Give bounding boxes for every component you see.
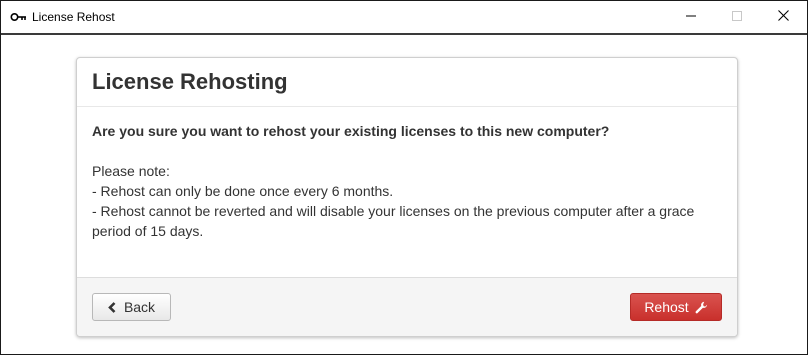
maximize-button[interactable] — [714, 1, 760, 33]
rehost-question: Are you sure you want to rehost your exi… — [92, 123, 610, 139]
maximize-icon — [732, 8, 742, 26]
license-rehost-window: License Rehost License Rehosting Are you… — [0, 0, 808, 355]
note-item-irreversible: - Rehost cannot be reverted and will dis… — [92, 203, 695, 239]
chevron-left-icon — [108, 301, 116, 313]
close-button[interactable] — [760, 1, 806, 33]
back-button[interactable]: Back — [92, 293, 171, 321]
rehost-panel: License Rehosting Are you sure you want … — [76, 57, 738, 337]
close-icon — [777, 8, 789, 26]
panel-heading: License Rehosting — [77, 58, 737, 107]
key-icon — [10, 10, 27, 24]
title-bar[interactable]: License Rehost — [1, 1, 807, 35]
back-button-label: Back — [123, 299, 156, 315]
minimize-icon — [686, 8, 696, 26]
window-title: License Rehost — [32, 10, 115, 24]
note-heading: Please note: — [92, 163, 170, 179]
panel-body: Are you sure you want to rehost your exi… — [92, 121, 722, 241]
minimize-button[interactable] — [668, 1, 714, 33]
window-client-area: License Rehosting Are you sure you want … — [1, 35, 807, 354]
note-item-frequency: - Rehost can only be done once every 6 m… — [92, 183, 394, 199]
rehost-button[interactable]: Rehost — [630, 293, 722, 321]
rehost-button-label: Rehost — [644, 299, 689, 315]
wrench-icon — [695, 301, 708, 314]
panel-footer: Back Rehost — [77, 277, 737, 336]
panel-title: License Rehosting — [92, 69, 288, 94]
